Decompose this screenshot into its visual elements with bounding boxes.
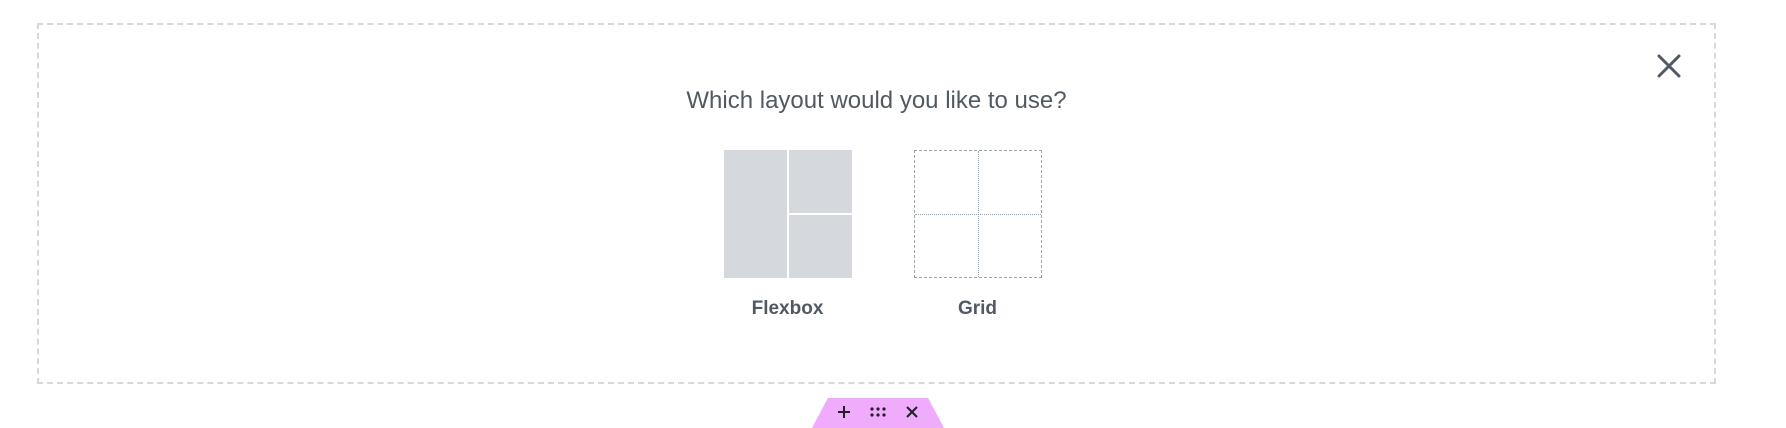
layout-picker-title: Which layout would you like to use? [686,87,1067,114]
plus-icon [838,406,850,418]
grid-option-label: Grid [957,298,998,319]
section-handle [812,398,944,428]
flexbox-option-label: Flexbox [751,298,824,319]
close-icon [1657,54,1681,78]
grid-layout-icon [913,150,1042,278]
close-picker-button[interactable] [1654,51,1684,81]
close-icon [906,406,918,418]
flexbox-layout-icon [723,150,852,278]
layout-picker: Which layout would you like to use? Flex… [37,23,1716,384]
drag-handle-icon [870,407,886,417]
grid-option[interactable]: Grid [913,150,1042,320]
flexbox-option[interactable]: Flexbox [723,150,852,320]
layout-options: Flexbox Grid [39,150,1714,320]
